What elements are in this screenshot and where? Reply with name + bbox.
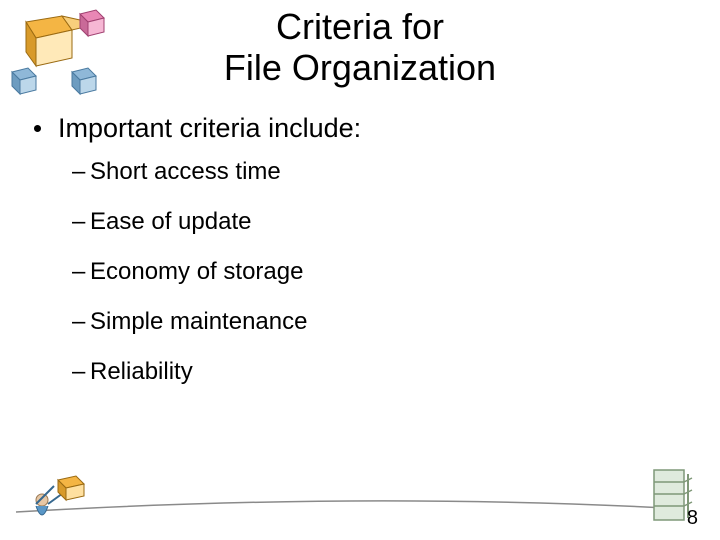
cubes-clipart-icon xyxy=(4,4,114,99)
slide-body: Important criteria include: – Short acce… xyxy=(0,89,720,386)
bullet-item: – Simple maintenance xyxy=(28,308,692,336)
dash-icon: – xyxy=(72,158,85,186)
item-text: Short access time xyxy=(90,158,281,185)
footer-clipart-icon xyxy=(6,464,706,534)
intro-text: Important criteria include: xyxy=(58,113,361,143)
title-line-1: Criteria for xyxy=(276,6,444,47)
bullet-item: – Ease of update xyxy=(28,208,692,236)
item-text: Economy of storage xyxy=(90,258,303,285)
title-line-2: File Organization xyxy=(224,47,496,88)
bullet-item: – Economy of storage xyxy=(28,258,692,286)
item-text: Simple maintenance xyxy=(90,308,307,335)
bullet-dot-icon xyxy=(34,125,41,132)
page-number: 8 xyxy=(687,507,698,530)
bullet-item: – Short access time xyxy=(28,158,692,186)
dash-icon: – xyxy=(72,358,85,386)
bullet-item: – Reliability xyxy=(28,358,692,386)
dash-icon: – xyxy=(72,308,85,336)
dash-icon: – xyxy=(72,208,85,236)
dash-icon: – xyxy=(72,258,85,286)
bullet-intro: Important criteria include: xyxy=(28,113,692,144)
item-text: Ease of update xyxy=(90,208,251,235)
item-text: Reliability xyxy=(90,358,193,385)
slide: Criteria for File Organization Important… xyxy=(0,0,720,540)
